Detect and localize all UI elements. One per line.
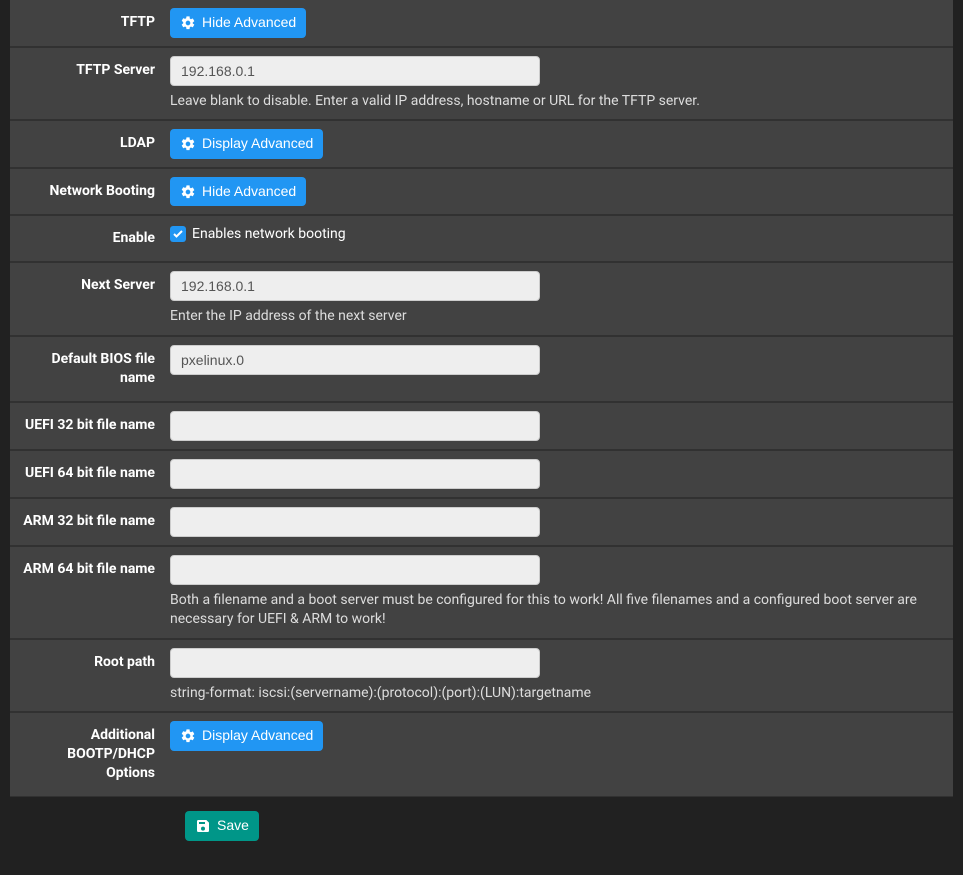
gear-icon: [180, 184, 196, 200]
row-tftp: TFTP Hide Advanced: [10, 0, 953, 47]
bootp-display-advanced-button[interactable]: Display Advanced: [170, 721, 323, 751]
row-default-bios: Default BIOS file name: [10, 336, 953, 402]
enable-checkbox[interactable]: [170, 226, 186, 242]
save-icon: [195, 818, 211, 834]
next-server-help: Enter the IP address of the next server: [170, 307, 938, 327]
tftp-server-help: Leave blank to disable. Enter a valid IP…: [170, 92, 938, 112]
label-next-server: Next Server: [10, 271, 170, 327]
netboot-button-label: Hide Advanced: [202, 182, 296, 202]
row-enable: Enable Enables network booting: [10, 215, 953, 262]
row-uefi64: UEFI 64 bit file name: [10, 450, 953, 498]
row-arm64: ARM 64 bit file name Both a filename and…: [10, 546, 953, 639]
label-default-bios: Default BIOS file name: [10, 345, 170, 393]
label-arm32: ARM 32 bit file name: [10, 507, 170, 537]
arm64-help: Both a filename and a boot server must b…: [170, 591, 938, 630]
row-bootp: Additional BOOTP/DHCP Options Display Ad…: [10, 712, 953, 797]
uefi32-input[interactable]: [170, 411, 540, 441]
row-arm32: ARM 32 bit file name: [10, 498, 953, 546]
row-uefi32: UEFI 32 bit file name: [10, 402, 953, 450]
save-row: Save: [10, 797, 953, 851]
uefi64-input[interactable]: [170, 459, 540, 489]
row-root-path: Root path string-format: iscsi:(serverna…: [10, 639, 953, 713]
tftp-button-label: Hide Advanced: [202, 13, 296, 33]
gear-icon: [180, 728, 196, 744]
arm64-input[interactable]: [170, 555, 540, 585]
bootp-button-label: Display Advanced: [202, 726, 313, 746]
tftp-hide-advanced-button[interactable]: Hide Advanced: [170, 8, 306, 38]
label-uefi32: UEFI 32 bit file name: [10, 411, 170, 441]
label-ldap: LDAP: [10, 129, 170, 159]
save-button[interactable]: Save: [185, 811, 259, 841]
root-path-help: string-format: iscsi:(servername):(proto…: [170, 684, 938, 704]
ldap-display-advanced-button[interactable]: Display Advanced: [170, 129, 323, 159]
row-network-booting: Network Booting Hide Advanced: [10, 168, 953, 216]
row-ldap: LDAP Display Advanced: [10, 120, 953, 168]
next-server-input[interactable]: [170, 271, 540, 301]
ldap-button-label: Display Advanced: [202, 134, 313, 154]
label-root-path: Root path: [10, 648, 170, 704]
label-network-booting: Network Booting: [10, 177, 170, 207]
save-button-label: Save: [217, 816, 249, 836]
label-arm64: ARM 64 bit file name: [10, 555, 170, 630]
label-tftp-server: TFTP Server: [10, 56, 170, 112]
gear-icon: [180, 136, 196, 152]
label-tftp: TFTP: [10, 8, 170, 38]
arm32-input[interactable]: [170, 507, 540, 537]
tftp-server-input[interactable]: [170, 56, 540, 86]
label-enable: Enable: [10, 224, 170, 253]
label-bootp: Additional BOOTP/DHCP Options: [10, 721, 170, 788]
default-bios-input[interactable]: [170, 345, 540, 375]
gear-icon: [180, 15, 196, 31]
root-path-input[interactable]: [170, 648, 540, 678]
netboot-hide-advanced-button[interactable]: Hide Advanced: [170, 177, 306, 207]
row-next-server: Next Server Enter the IP address of the …: [10, 262, 953, 336]
row-tftp-server: TFTP Server Leave blank to disable. Ente…: [10, 47, 953, 121]
label-uefi64: UEFI 64 bit file name: [10, 459, 170, 489]
enable-checkbox-label: Enables network booting: [192, 226, 346, 242]
